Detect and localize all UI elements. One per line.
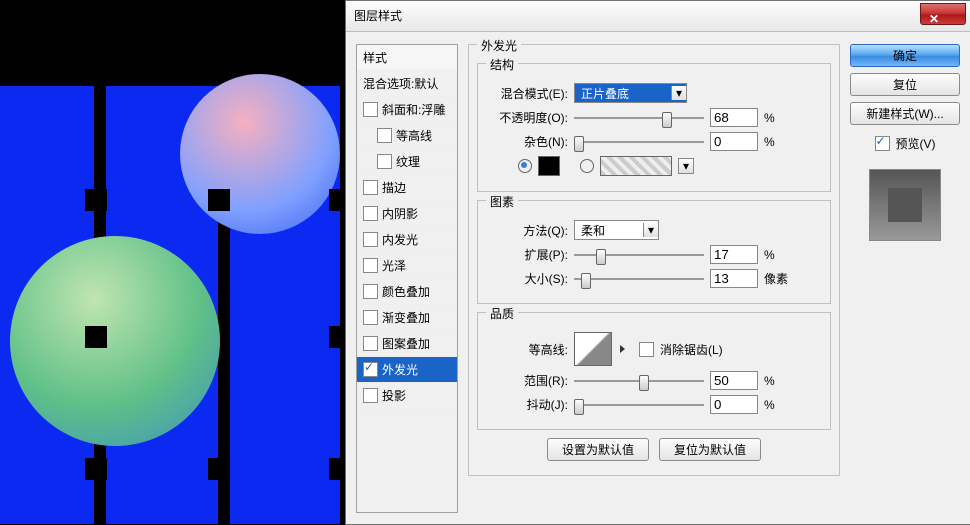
checkbox[interactable] (363, 258, 378, 273)
preview-swatch (888, 188, 922, 222)
outerglow-legend: 外发光 (477, 37, 521, 54)
checkbox[interactable] (363, 206, 378, 221)
percent-unit: % (764, 135, 794, 149)
structure-group: 结构 混合模式(E): 正片叠底 ▾ 不透明度(O): % (477, 63, 831, 192)
range-label: 范围(R): (488, 372, 568, 389)
style-contour[interactable]: 等高线 (357, 123, 457, 149)
spread-slider[interactable] (574, 247, 704, 263)
anti-alias-label: 消除锯齿(L) (660, 341, 723, 358)
handle[interactable] (208, 458, 230, 480)
chevron-down-icon[interactable]: ▾ (678, 158, 694, 174)
percent-unit: % (764, 398, 794, 412)
cancel-button[interactable]: 复位 (850, 73, 960, 96)
contour-label: 等高线: (488, 341, 568, 358)
styles-header[interactable]: 样式 (357, 45, 457, 71)
chevron-down-icon: ▾ (671, 86, 686, 100)
style-stroke[interactable]: 描边 (357, 175, 457, 201)
right-column: 确定 复位 新建样式(W)... 预览(V) (850, 44, 960, 513)
style-bevel[interactable]: 斜面和:浮雕 (357, 97, 457, 123)
layer-style-dialog: 图层样式 ✕ 样式 混合选项:默认 斜面和:浮雕 等高线 纹理 描边 内阴影 内… (345, 0, 970, 525)
jitter-input[interactable] (710, 395, 758, 414)
opacity-input[interactable] (710, 108, 758, 127)
chevron-down-icon: ▾ (643, 223, 658, 237)
percent-unit: % (764, 248, 794, 262)
settings-panel: 外发光 结构 混合模式(E): 正片叠底 ▾ 不透明度(O): (466, 44, 842, 513)
dialog-title: 图层样式 (354, 7, 402, 24)
blend-options[interactable]: 混合选项:默认 (357, 71, 457, 97)
set-default-button[interactable]: 设置为默认值 (547, 438, 649, 461)
range-slider[interactable] (574, 373, 704, 389)
noise-label: 杂色(N): (488, 133, 568, 150)
checkbox[interactable] (363, 362, 378, 377)
jitter-slider[interactable] (574, 397, 704, 413)
checkbox[interactable] (363, 232, 378, 247)
structure-legend: 结构 (486, 56, 518, 73)
blend-label: 混合模式(E): (488, 85, 568, 102)
canvas (0, 86, 350, 524)
close-button[interactable]: ✕ (920, 3, 966, 25)
percent-unit: % (764, 111, 794, 125)
size-label: 大小(S): (488, 270, 568, 287)
method-dropdown[interactable]: 柔和 ▾ (574, 220, 659, 240)
checkbox[interactable] (377, 154, 392, 169)
size-input[interactable] (710, 269, 758, 288)
preview-checkbox[interactable] (875, 136, 890, 151)
reset-default-button[interactable]: 复位为默认值 (659, 438, 761, 461)
method-label: 方法(Q): (488, 222, 568, 239)
checkbox[interactable] (363, 180, 378, 195)
elements-legend: 图素 (486, 193, 518, 210)
preview-label: 预览(V) (896, 135, 936, 152)
checkbox[interactable] (363, 310, 378, 325)
checkbox[interactable] (363, 102, 378, 117)
x-icon: ✕ (929, 10, 939, 28)
opacity-slider[interactable] (574, 110, 704, 126)
titlebar[interactable]: 图层样式 ✕ (346, 1, 970, 32)
quality-legend: 品质 (486, 305, 518, 322)
circle (10, 236, 220, 446)
style-satin[interactable]: 光泽 (357, 253, 457, 279)
gradient-radio[interactable] (580, 159, 594, 173)
percent-unit: % (764, 374, 794, 388)
anti-alias-checkbox[interactable] (639, 342, 654, 357)
style-gradoverlay[interactable]: 渐变叠加 (357, 305, 457, 331)
preview-box (869, 169, 941, 241)
gradient-swatch[interactable] (600, 156, 672, 176)
handle[interactable] (85, 189, 107, 211)
handle[interactable] (85, 326, 107, 348)
checkbox[interactable] (363, 388, 378, 403)
handle[interactable] (208, 189, 230, 211)
spread-input[interactable] (710, 245, 758, 264)
checkbox[interactable] (363, 284, 378, 299)
size-unit: 像素 (764, 270, 794, 287)
new-style-button[interactable]: 新建样式(W)... (850, 102, 960, 125)
checkbox[interactable] (377, 128, 392, 143)
outerglow-group: 外发光 结构 混合模式(E): 正片叠底 ▾ 不透明度(O): (468, 44, 840, 476)
style-list: 样式 混合选项:默认 斜面和:浮雕 等高线 纹理 描边 内阴影 内发光 光泽 颜… (356, 44, 458, 513)
chevron-right-icon[interactable] (620, 345, 625, 353)
style-innerglow[interactable]: 内发光 (357, 227, 457, 253)
noise-slider[interactable] (574, 134, 704, 150)
quality-group: 品质 等高线: 消除锯齿(L) 范围(R): % 抖动(J): (477, 312, 831, 430)
contour-picker[interactable] (574, 332, 612, 366)
circle (180, 74, 340, 234)
elements-group: 图素 方法(Q): 柔和 ▾ 扩展(P): % (477, 200, 831, 304)
size-slider[interactable] (574, 271, 704, 287)
noise-input[interactable] (710, 132, 758, 151)
opacity-label: 不透明度(O): (488, 109, 568, 126)
style-dropshadow[interactable]: 投影 (357, 383, 457, 409)
solid-color-radio[interactable] (518, 159, 532, 173)
checkbox[interactable] (363, 336, 378, 351)
style-texture[interactable]: 纹理 (357, 149, 457, 175)
spread-label: 扩展(P): (488, 246, 568, 263)
style-patoverlay[interactable]: 图案叠加 (357, 331, 457, 357)
range-input[interactable] (710, 371, 758, 390)
handle[interactable] (85, 458, 107, 480)
style-innershadow[interactable]: 内阴影 (357, 201, 457, 227)
jitter-label: 抖动(J): (488, 396, 568, 413)
ok-button[interactable]: 确定 (850, 44, 960, 67)
blend-dropdown[interactable]: 正片叠底 ▾ (574, 83, 687, 103)
style-outerglow[interactable]: 外发光 (357, 357, 457, 383)
style-coloroverlay[interactable]: 颜色叠加 (357, 279, 457, 305)
color-swatch[interactable] (538, 156, 560, 176)
